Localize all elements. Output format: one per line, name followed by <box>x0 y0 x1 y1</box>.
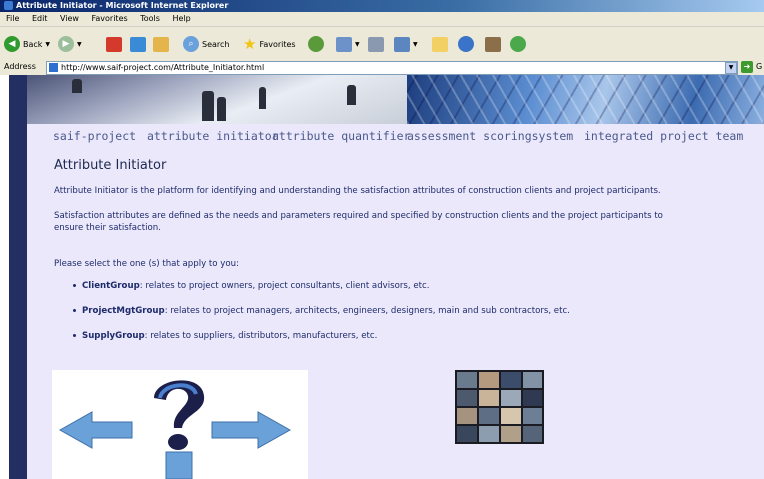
history-icon <box>308 36 324 52</box>
menu-file[interactable]: File <box>6 14 19 23</box>
edit-icon <box>394 36 410 52</box>
list-item-project-mgt-group: ProjectMgtGroup: relates to project mana… <box>73 306 570 316</box>
definition-line-2: ensure their satisfaction. <box>54 223 161 233</box>
msn-icon <box>510 36 526 52</box>
home-icon <box>153 36 169 52</box>
back-arrow-icon: ◀ <box>4 36 20 52</box>
person-figure <box>217 97 226 121</box>
project-mgt-group-desc: : relates to project managers, architect… <box>164 306 570 316</box>
messenger-button[interactable] <box>458 35 474 53</box>
left-stripe <box>9 75 27 479</box>
back-dropdown-icon: ▼ <box>45 40 51 48</box>
address-url: http://www.saif-project.com/Attribute_In… <box>61 63 265 72</box>
refresh-button[interactable] <box>130 35 146 53</box>
window-title: Attribute Initiator - Microsoft Internet… <box>16 1 229 10</box>
print-icon <box>368 36 384 52</box>
research-icon <box>485 36 501 52</box>
browser-toolbar: ◀ Back ▼ ▶ ▼ ⌕ Search ★ Favorites ▼ ▼ <box>0 27 764 61</box>
address-dropdown-icon[interactable]: ▼ <box>725 62 737 74</box>
list-item-client-group: ClientGroup: relates to project owners, … <box>73 281 429 291</box>
search-button[interactable]: ⌕ Search <box>183 35 229 53</box>
menu-edit[interactable]: Edit <box>32 14 48 23</box>
edit-dropdown-icon: ▼ <box>413 40 418 48</box>
address-bar: Address http://www.saif-project.com/Attr… <box>0 60 764 76</box>
nav-attribute-quantifier[interactable]: attribute quantifier <box>272 129 410 143</box>
person-figure <box>347 85 356 105</box>
back-label: Back <box>23 39 43 49</box>
business-people-collage-image <box>455 370 544 444</box>
bullet-dot <box>73 309 76 312</box>
forward-button[interactable]: ▶ ▼ <box>58 35 82 53</box>
refresh-icon <box>130 36 146 52</box>
project-mgt-group-link[interactable]: ProjectMgtGroup <box>82 306 165 316</box>
address-input[interactable]: http://www.saif-project.com/Attribute_In… <box>46 61 738 75</box>
menu-bar: File Edit View Favorites Tools Help <box>0 12 764 27</box>
research-button[interactable] <box>485 35 501 53</box>
favorites-star-icon: ★ <box>243 35 257 53</box>
bullet-dot <box>73 334 76 337</box>
supply-group-link[interactable]: SupplyGroup <box>82 331 145 341</box>
menu-view[interactable]: View <box>60 14 79 23</box>
banner-building-image <box>407 75 764 124</box>
main-nav: saif-project attribute initiator attribu… <box>27 126 764 148</box>
menu-help[interactable]: Help <box>172 14 190 23</box>
ie-logo-icon <box>4 1 13 10</box>
page-title: Attribute Initiator <box>54 158 167 173</box>
person-figure <box>72 79 82 93</box>
person-figure <box>259 87 266 109</box>
header-banner <box>27 75 764 124</box>
banner-people-image <box>27 75 407 124</box>
mail-dropdown-icon: ▼ <box>355 40 360 48</box>
favorites-label: Favorites <box>259 39 296 49</box>
address-label: Address <box>4 62 36 71</box>
stop-button[interactable] <box>106 35 122 53</box>
select-prompt: Please select the one (s) that apply to … <box>54 259 239 269</box>
globe-icon <box>458 36 474 52</box>
favorites-button[interactable]: ★ Favorites <box>243 35 296 53</box>
bullet-dot <box>73 284 76 287</box>
client-group-desc: : relates to project owners, project con… <box>139 281 430 291</box>
page-viewport: saif-project attribute initiator attribu… <box>0 75 764 479</box>
msn-button[interactable] <box>510 35 526 53</box>
folder-button[interactable] <box>432 35 448 53</box>
nav-attribute-initiator[interactable]: attribute initiator <box>147 129 279 143</box>
print-button[interactable] <box>368 35 384 53</box>
history-button[interactable] <box>308 35 324 53</box>
go-label[interactable]: G <box>756 62 762 71</box>
supply-group-desc: : relates to suppliers, distributors, ma… <box>144 331 378 341</box>
nav-saif-project[interactable]: saif-project <box>53 129 136 143</box>
list-item-supply-group: SupplyGroup: relates to suppliers, distr… <box>73 331 377 341</box>
back-button[interactable]: ◀ Back ▼ <box>4 35 50 53</box>
intro-paragraph: Attribute Initiator is the platform for … <box>54 186 661 196</box>
forward-arrow-icon: ▶ <box>58 36 74 52</box>
page-icon <box>49 63 58 72</box>
home-button[interactable] <box>153 35 169 53</box>
nav-integrated-project-team[interactable]: integrated project team <box>584 129 743 143</box>
mail-icon <box>336 36 352 52</box>
client-group-link[interactable]: ClientGroup <box>82 281 140 291</box>
window-titlebar: Attribute Initiator - Microsoft Internet… <box>0 0 764 12</box>
forward-dropdown-icon: ▼ <box>77 40 82 48</box>
page-content: saif-project attribute initiator attribu… <box>27 75 764 479</box>
mail-button[interactable]: ▼ <box>336 35 360 53</box>
go-arrow-icon[interactable]: ➜ <box>741 61 753 73</box>
menu-favorites[interactable]: Favorites <box>92 14 128 23</box>
person-figure <box>202 91 214 121</box>
question-arrows-image <box>52 370 308 479</box>
folder-icon <box>432 36 448 52</box>
nav-assessment-scoringsystem[interactable]: assessment scoringsystem <box>407 129 573 143</box>
search-label: Search <box>202 39 230 49</box>
menu-tools[interactable]: Tools <box>140 14 160 23</box>
edit-button[interactable]: ▼ <box>394 35 418 53</box>
stop-icon <box>106 36 122 52</box>
search-icon: ⌕ <box>183 36 199 52</box>
